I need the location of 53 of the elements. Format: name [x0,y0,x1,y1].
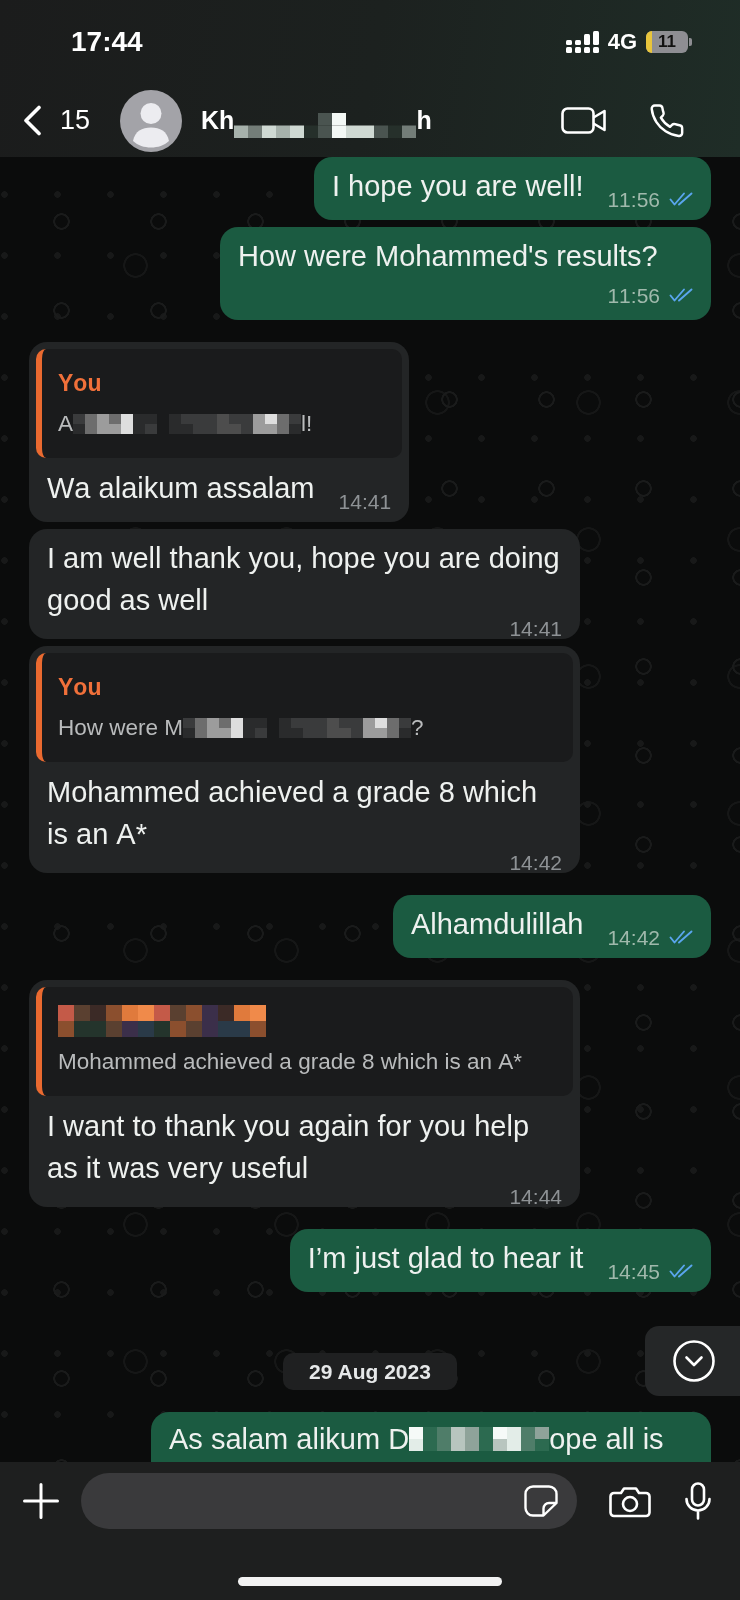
message-input[interactable] [81,1473,577,1529]
message-text: ope all is [549,1422,664,1457]
message-text: Mohammed achieved a grade 8 which is an A* [47,776,538,850]
signal-icon [565,31,600,53]
avatar-icon [120,89,183,152]
sticker-button[interactable] [524,1485,558,1517]
battery-indicator: 11 [646,31,692,53]
message-time: 14:42 [509,851,562,873]
quote-author: You [58,673,103,702]
sticker-icon [524,1485,558,1517]
message-text: I want to thank you again for you help as it was very useful [47,1110,530,1184]
network-type: 4G [607,29,637,55]
message-text: I am well thank you, hope you are doing good as well [47,542,560,616]
quoted-message[interactable]: Mohammed achieved a grade 8 which is an A* [36,987,573,1096]
quote-author: You [58,369,103,398]
message-time: 14:41 [509,617,562,639]
quoted-message[interactable]: You How were M ? [36,653,573,762]
contact-name: Kh [201,106,235,135]
video-call-button[interactable] [561,107,607,134]
microphone-button[interactable] [684,1482,712,1520]
message-time: 14:42 [607,926,660,948]
attach-button[interactable] [23,1483,59,1519]
back-button[interactable]: 15 [23,105,91,136]
voice-call-button[interactable] [650,103,684,138]
camera-button[interactable] [609,1484,651,1518]
scroll-down-button[interactable] [645,1326,740,1396]
contact-name: h [416,106,432,135]
message-text: As salam alikum D [169,1422,410,1457]
camera-icon [609,1484,651,1518]
message-text: How were Mohammed's results? [238,240,658,272]
message-time: 14:41 [338,490,392,512]
message-time: 11:56 [607,284,660,306]
message-text: I’m just glad to hear it [307,1242,584,1274]
quote-text: A [58,410,73,438]
message-time: 11:56 [607,188,660,210]
quote-text: Mohammed achieved a grade 8 which is an A* [58,1048,522,1076]
status-time: 17:44 [71,26,143,58]
message-time: 14:44 [509,1185,562,1207]
date-divider: 29 Aug 2023 [283,1353,457,1390]
message-text: Wa alaikum assalam [47,472,315,504]
phone-icon [650,103,684,138]
chevron-down-circle-icon [673,1340,715,1382]
message-text: I hope you are well! [331,170,584,202]
plus-icon [23,1483,59,1519]
microphone-icon [684,1482,712,1520]
video-camera-icon [561,107,607,134]
quote-text: l! [301,410,313,438]
quote-text: How were M [58,714,184,742]
chevron-left-icon [23,105,42,136]
quote-text: ? [411,714,424,742]
quoted-message[interactable]: You A l! [36,349,403,458]
message-text: Alhamdulillah [410,908,584,940]
message-time: 14:45 [607,1260,660,1282]
